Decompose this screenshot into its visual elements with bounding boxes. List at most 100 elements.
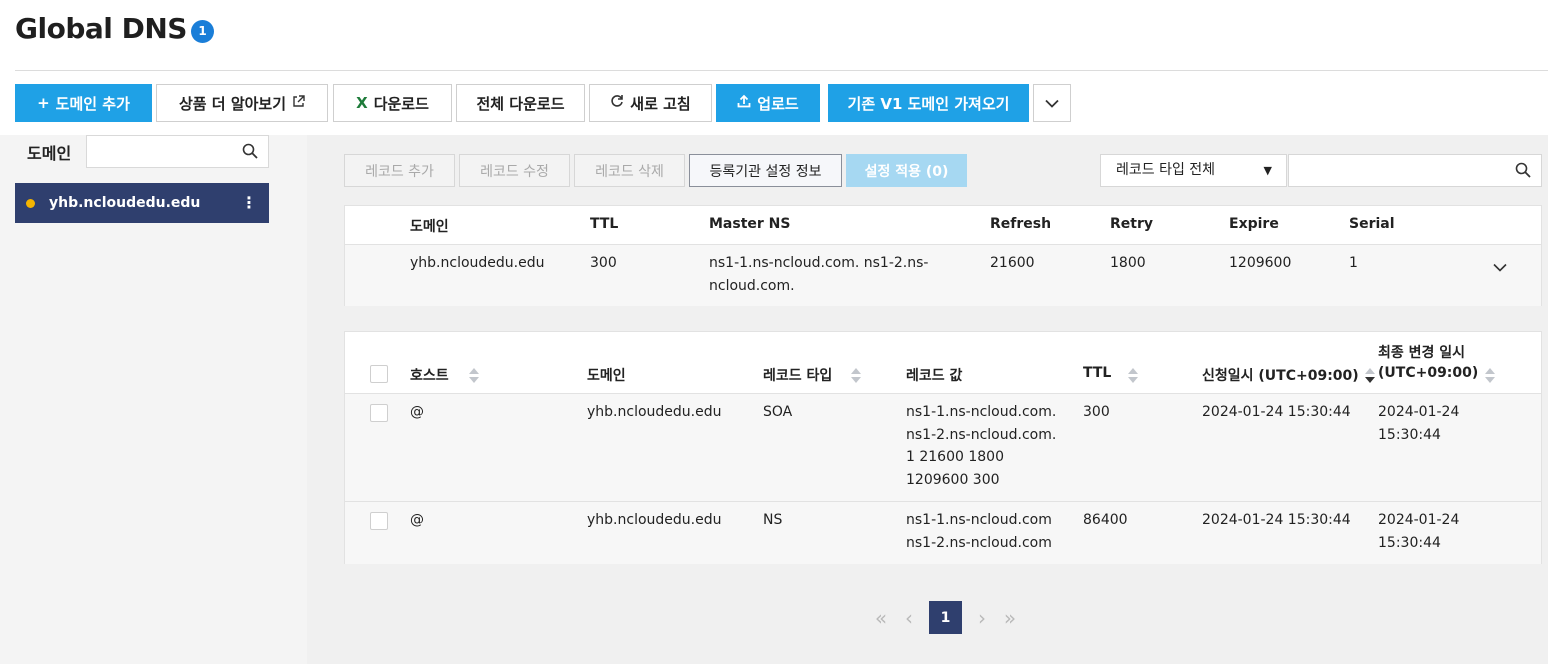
row-checkbox[interactable]	[370, 404, 388, 422]
download-button[interactable]: X 다운로드	[333, 84, 452, 122]
cell-record-type: NS	[763, 512, 783, 528]
cell-record-value-line-2: ns1-2.ns-ncloud.com	[906, 535, 1052, 551]
import-v1-label: 기존 V1 도메인 가져오기	[847, 94, 1010, 113]
cell-record-value-line-2: ns1-2.ns-ncloud.com.	[906, 427, 1057, 443]
header-modified-at-line-2: (UTC+09:00)	[1378, 365, 1479, 381]
refresh-button[interactable]: 새로 고침	[589, 84, 712, 122]
more-actions-dropdown[interactable]	[1033, 84, 1071, 122]
status-dot-icon	[26, 198, 35, 208]
cell-host: @	[410, 404, 424, 420]
cell-host: @	[410, 512, 424, 528]
soa-header-domain: 도메인	[410, 219, 449, 235]
cell-record-value-line-1: ns1-1.ns-ncloud.com.	[906, 404, 1057, 420]
cell-record-value-line-4: 1209600 300	[906, 472, 1000, 488]
sort-record-type-icon[interactable]	[851, 368, 861, 384]
header-ttl: TTL	[1083, 365, 1112, 381]
upload-label: 업로드	[757, 94, 799, 113]
kebab-menu-icon[interactable]: ⋮	[241, 193, 257, 212]
prev-page-icon[interactable]: ‹	[895, 601, 923, 634]
cell-modified-time: 15:30:44	[1378, 427, 1441, 443]
soa-domain: yhb.ncloudedu.edu	[410, 255, 545, 271]
download-all-button[interactable]: 전체 다운로드	[456, 84, 585, 122]
add-record-button[interactable]: 레코드 추가	[344, 154, 455, 187]
sort-modified-icon[interactable]	[1485, 368, 1495, 384]
upload-button[interactable]: 업로드	[716, 84, 820, 122]
cell-requested-at: 2024-01-24 15:30:44	[1202, 404, 1351, 420]
header-domain: 도메인	[587, 368, 626, 384]
soa-master-ns-line-1: ns1-1.ns-ncloud.com. ns1-2.ns-	[709, 255, 929, 271]
expand-chevron-icon[interactable]	[1493, 257, 1507, 276]
domain-sidebar: 도메인 yhb.ncloudedu.edu ⋮	[0, 135, 307, 664]
sort-ttl-icon[interactable]	[1128, 368, 1138, 384]
soa-header-serial: Serial	[1349, 216, 1395, 232]
download-label: 다운로드	[373, 94, 429, 113]
soa-header-row: 도메인 TTL Master NS Refresh Retry Expire S…	[345, 206, 1541, 245]
header-divider	[15, 70, 1548, 71]
edit-record-button[interactable]: 레코드 수정	[459, 154, 570, 187]
soa-ttl: 300	[590, 255, 617, 271]
soa-refresh: 21600	[990, 255, 1035, 271]
header-requested-at: 신청일시 (UTC+09:00)	[1202, 368, 1359, 384]
soa-expire: 1209600	[1229, 255, 1292, 271]
learn-more-button[interactable]: 상품 더 알아보기	[156, 84, 328, 122]
first-page-icon[interactable]: «	[867, 601, 895, 634]
add-domain-button[interactable]: + 도메인 추가	[15, 84, 152, 122]
record-table: 호스트 도메인 레코드 타입 레코드 값 TTL 신청일시 (UTC+09:00…	[344, 331, 1542, 564]
record-type-select-value: 레코드 타입 전체	[1116, 162, 1216, 178]
excel-icon: X	[356, 94, 368, 112]
page-header: Global DNS 1	[0, 0, 1548, 71]
cell-domain: yhb.ncloudedu.edu	[587, 404, 722, 420]
soa-header-master-ns: Master NS	[709, 216, 791, 232]
download-all-label: 전체 다운로드	[476, 94, 565, 113]
record-main-area: 레코드 추가 레코드 수정 레코드 삭제 등록기관 설정 정보 설정 적용 (0…	[307, 135, 1548, 664]
soa-header-expire: Expire	[1229, 216, 1279, 232]
next-page-icon[interactable]: ›	[968, 601, 996, 634]
record-type-select[interactable]: 레코드 타입 전체 ▼	[1100, 154, 1287, 187]
sort-host-icon[interactable]	[469, 368, 479, 384]
search-icon[interactable]	[1515, 162, 1531, 182]
domain-search-input[interactable]	[87, 136, 237, 167]
add-domain-label: 도메인 추가	[55, 94, 130, 113]
soa-retry: 1800	[1110, 255, 1146, 271]
soa-header-ttl: TTL	[590, 216, 619, 232]
refresh-icon	[610, 94, 624, 112]
search-icon[interactable]	[242, 143, 258, 163]
cell-ttl: 300	[1083, 404, 1110, 420]
sort-requested-icon[interactable]	[1365, 368, 1375, 384]
learn-more-label: 상품 더 알아보기	[178, 94, 287, 113]
domain-search-box	[86, 135, 269, 168]
cell-record-value-line-1: ns1-1.ns-ncloud.com	[906, 512, 1052, 528]
import-v1-domain-button[interactable]: 기존 V1 도메인 가져오기	[828, 84, 1029, 122]
page-title: Global DNS	[15, 12, 187, 45]
sidebar-item-domain[interactable]: yhb.ncloudedu.edu ⋮	[15, 183, 269, 223]
cell-modified-date: 2024-01-24	[1378, 404, 1460, 420]
title-count-badge: 1	[191, 20, 214, 43]
record-search-box	[1288, 154, 1542, 187]
table-row[interactable]: @ yhb.ncloudedu.edu SOA ns1-1.ns-ncloud.…	[345, 394, 1541, 502]
apply-settings-button[interactable]: 설정 적용 (0)	[846, 154, 967, 187]
delete-record-button[interactable]: 레코드 삭제	[574, 154, 685, 187]
page-current[interactable]: 1	[929, 601, 962, 634]
chevron-down-icon	[1045, 94, 1059, 112]
record-table-header: 호스트 도메인 레코드 타입 레코드 값 TTL 신청일시 (UTC+09:00…	[345, 332, 1541, 394]
domain-sidebar-label: 도메인	[27, 144, 72, 163]
plus-icon: +	[37, 94, 50, 112]
soa-master-ns-line-2: ncloud.com.	[709, 278, 795, 294]
sidebar-item-label: yhb.ncloudedu.edu	[49, 195, 201, 211]
cell-domain: yhb.ncloudedu.edu	[587, 512, 722, 528]
cell-modified-time: 15:30:44	[1378, 535, 1441, 551]
record-search-input[interactable]	[1289, 155, 1499, 186]
table-row[interactable]: @ yhb.ncloudedu.edu NS ns1-1.ns-ncloud.c…	[345, 502, 1541, 564]
upload-icon	[737, 94, 751, 112]
external-link-icon	[292, 94, 305, 112]
soa-info-panel: 도메인 TTL Master NS Refresh Retry Expire S…	[344, 205, 1542, 306]
row-checkbox[interactable]	[370, 512, 388, 530]
header-record-type: 레코드 타입	[763, 368, 833, 384]
cell-requested-at: 2024-01-24 15:30:44	[1202, 512, 1351, 528]
select-all-checkbox[interactable]	[370, 365, 388, 383]
pagination: « ‹ 1 › »	[867, 601, 1024, 634]
caret-down-icon: ▼	[1263, 164, 1272, 177]
registrar-settings-button[interactable]: 등록기관 설정 정보	[689, 154, 842, 187]
soa-serial: 1	[1349, 255, 1358, 271]
last-page-icon[interactable]: »	[996, 601, 1024, 634]
